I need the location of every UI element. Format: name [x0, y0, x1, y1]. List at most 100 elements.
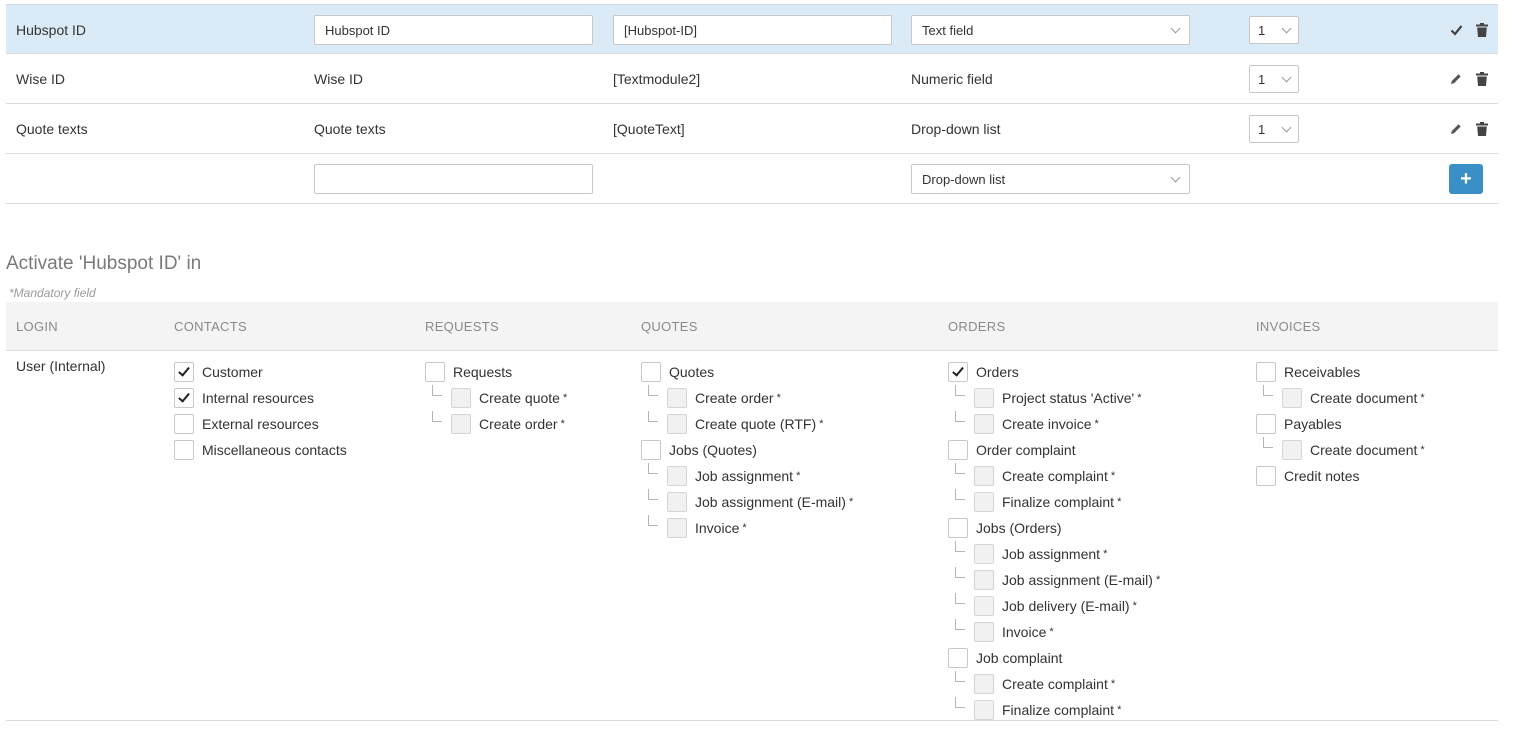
checkbox[interactable]	[667, 518, 687, 538]
checkbox-item[interactable]: Create complaint *	[948, 671, 1160, 697]
checkbox[interactable]	[451, 414, 471, 434]
new-field-type-select[interactable]: Drop-down list	[911, 164, 1190, 194]
checkbox[interactable]	[1256, 362, 1276, 382]
checkbox-item[interactable]: Quotes	[641, 359, 853, 385]
checkbox[interactable]	[948, 518, 968, 538]
checkbox-item[interactable]: Job assignment *	[948, 541, 1160, 567]
checkbox-item[interactable]: Create order *	[425, 411, 567, 437]
checkbox-item[interactable]: Job delivery (E-mail) *	[948, 593, 1160, 619]
checkbox[interactable]	[425, 362, 445, 382]
checkbox[interactable]	[641, 362, 661, 382]
checkbox[interactable]	[1282, 388, 1302, 408]
checkbox-item[interactable]: Create quote *	[425, 385, 567, 411]
checkbox[interactable]	[948, 362, 968, 382]
placeholder-input[interactable]: [Hubspot-ID]	[613, 15, 892, 45]
checkbox-label: Create document	[1310, 442, 1418, 458]
checkbox-item[interactable]: Jobs (Orders)	[948, 515, 1160, 541]
tree-connector	[955, 593, 965, 604]
checkbox-item[interactable]: Job complaint	[948, 645, 1160, 671]
edit-button[interactable]	[1449, 71, 1463, 87]
order-select[interactable]: 1	[1249, 115, 1299, 143]
checkbox[interactable]	[974, 414, 994, 434]
checkbox-item[interactable]: Create document *	[1256, 385, 1425, 411]
edit-button[interactable]	[1449, 121, 1463, 137]
order-select[interactable]: 1	[1249, 65, 1299, 93]
checkbox-label: Job delivery (E-mail)	[1002, 598, 1130, 614]
checkbox[interactable]	[174, 440, 194, 460]
checkbox[interactable]	[948, 648, 968, 668]
delete-button[interactable]	[1475, 121, 1489, 137]
checkbox-item[interactable]: Order complaint	[948, 437, 1160, 463]
checkbox-item[interactable]: Project status 'Active' *	[948, 385, 1160, 411]
checkbox-item[interactable]: Invoice *	[948, 619, 1160, 645]
trash-icon	[1476, 72, 1488, 86]
delete-button[interactable]	[1475, 22, 1489, 38]
checkbox[interactable]	[948, 440, 968, 460]
checkbox[interactable]	[1256, 466, 1276, 486]
checkbox-label: Project status 'Active'	[1002, 390, 1135, 406]
checkbox[interactable]	[667, 492, 687, 512]
checkbox-item[interactable]: Receivables	[1256, 359, 1425, 385]
tree-connector	[955, 463, 965, 474]
checkbox-item[interactable]: Finalize complaint *	[948, 697, 1160, 723]
checkbox-item[interactable]: Requests	[425, 359, 567, 385]
checkbox[interactable]	[174, 414, 194, 434]
orders-column: Orders Project status 'Active' * Create inv…	[948, 359, 1160, 723]
delete-button[interactable]	[1475, 71, 1489, 87]
checkbox-item[interactable]: Jobs (Quotes)	[641, 437, 853, 463]
checkbox-label: Create order	[479, 416, 558, 432]
checkbox-item[interactable]: Job assignment (E-mail) *	[948, 567, 1160, 593]
checkbox-label: Job assignment	[1002, 546, 1101, 562]
new-label-input[interactable]	[314, 164, 593, 194]
checkbox-item[interactable]: Create quote (RTF) *	[641, 411, 853, 437]
checkbox-item[interactable]: Payables	[1256, 411, 1425, 437]
checkbox-item[interactable]: Create document *	[1256, 437, 1425, 463]
add-field-button[interactable]: +	[1449, 164, 1483, 194]
order-select[interactable]: 1	[1249, 16, 1299, 44]
label-input[interactable]: Hubspot ID	[314, 15, 593, 45]
mandatory-star: *	[1117, 496, 1122, 508]
checkbox[interactable]	[974, 544, 994, 564]
checkbox-item[interactable]: External resources	[174, 411, 347, 437]
checkbox[interactable]	[974, 570, 994, 590]
save-button[interactable]	[1449, 22, 1463, 38]
checkbox-item[interactable]: Create order *	[641, 385, 853, 411]
chevron-down-icon	[1170, 23, 1181, 33]
checkbox-item[interactable]: Internal resources	[174, 385, 347, 411]
checkbox-item[interactable]: Orders	[948, 359, 1160, 385]
checkbox-label: Invoice	[1002, 624, 1047, 640]
field-type-select[interactable]: Text field	[911, 15, 1190, 45]
checkbox[interactable]	[667, 388, 687, 408]
checkbox[interactable]	[974, 596, 994, 616]
checkbox-item[interactable]: Create invoice *	[948, 411, 1160, 437]
tree-connector	[1263, 385, 1273, 396]
table-row[interactable]: Quote texts Quote texts [QuoteText] Drop…	[6, 104, 1498, 154]
checkbox[interactable]	[1256, 414, 1276, 434]
checkbox-label: Create quote	[479, 390, 560, 406]
checkbox-item[interactable]: Create complaint *	[948, 463, 1160, 489]
checkbox[interactable]	[974, 388, 994, 408]
table-row[interactable]: Hubspot ID Hubspot ID [Hubspot-ID] Text …	[6, 4, 1498, 54]
checkbox-item[interactable]: Miscellaneous contacts	[174, 437, 347, 463]
checkbox-item[interactable]: Invoice *	[641, 515, 853, 541]
checkbox[interactable]	[974, 622, 994, 642]
checkbox[interactable]	[641, 440, 661, 460]
mandatory-star: *	[848, 496, 854, 508]
checkbox[interactable]	[1282, 440, 1302, 460]
checkbox[interactable]	[974, 674, 994, 694]
checkbox-item[interactable]: Job assignment *	[641, 463, 853, 489]
checkbox[interactable]	[174, 362, 194, 382]
checkbox[interactable]	[974, 492, 994, 512]
checkbox[interactable]	[974, 466, 994, 486]
checkbox-item[interactable]: Job assignment (E-mail) *	[641, 489, 853, 515]
checkbox[interactable]	[667, 466, 687, 486]
checkbox-item[interactable]: Finalize complaint *	[948, 489, 1160, 515]
activation-header: LOGIN CONTACTS REQUESTS QUOTES ORDERS IN…	[6, 302, 1498, 351]
checkbox[interactable]	[451, 388, 471, 408]
checkbox[interactable]	[174, 388, 194, 408]
table-row[interactable]: Wise ID Wise ID [Textmodule2] Numeric fi…	[6, 54, 1498, 104]
checkbox[interactable]	[667, 414, 687, 434]
checkbox[interactable]	[974, 700, 994, 720]
checkbox-item[interactable]: Credit notes	[1256, 463, 1425, 489]
checkbox-item[interactable]: Customer	[174, 359, 347, 385]
